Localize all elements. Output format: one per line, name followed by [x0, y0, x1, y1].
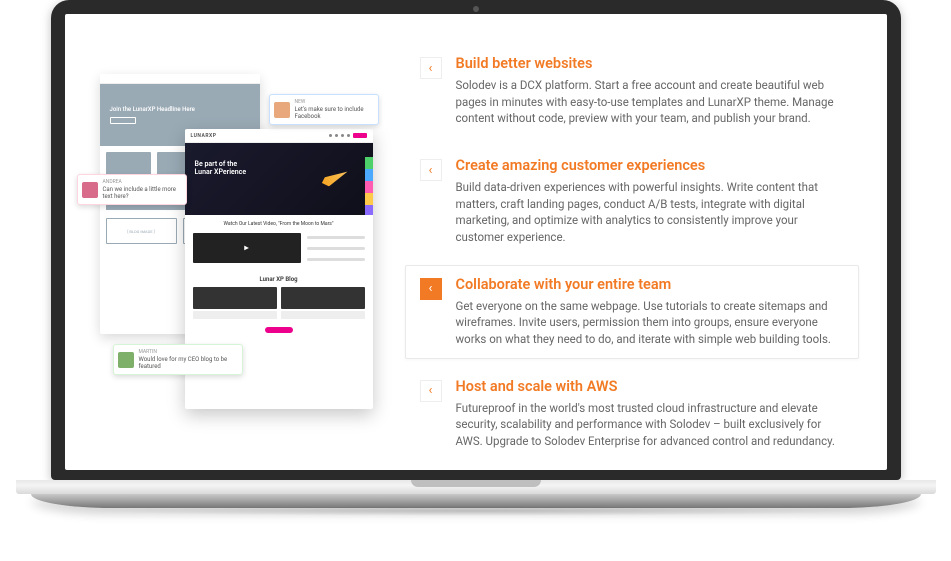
feature-title: Build better websites: [456, 55, 844, 72]
preview-composition: Join the LunarXP Headline Here Latest Bl…: [85, 44, 385, 440]
feature-desc: Futureproof in the world's most trusted …: [456, 400, 844, 450]
avatar: [82, 182, 98, 198]
chevron-left-icon: ‹: [420, 380, 442, 402]
feature-title: Collaborate with your entire team: [456, 276, 844, 293]
satellite-icon: [311, 155, 361, 205]
wireframe-headline: Join the LunarXP Headline Here: [110, 106, 260, 113]
cta-pill: [265, 327, 293, 333]
feature-build-websites[interactable]: ‹ Build better websites Solodev is a DCX…: [405, 44, 859, 138]
laptop-base: [16, 480, 936, 516]
comment-bubble-facebook[interactable]: NEWLet's make sure to include Facebook: [269, 94, 379, 125]
feature-desc: Get everyone on the same webpage. Use tu…: [456, 298, 844, 348]
feature-desc: Build data-driven experiences with power…: [456, 179, 844, 246]
hero-line2: Lunar XPerience: [195, 168, 247, 176]
laptop-notch: [411, 480, 541, 487]
avatar: [274, 102, 290, 118]
wireframe-blog-tag: [ BLOG IMAGE ]: [106, 218, 177, 244]
laptop-mockup: Join the LunarXP Headline Here Latest Bl…: [51, 0, 901, 516]
camera-icon: [473, 6, 479, 12]
feature-host-aws[interactable]: ‹ Host and scale with AWS Futureproof in…: [405, 367, 859, 461]
screen-content: Join the LunarXP Headline Here Latest Bl…: [65, 14, 887, 470]
feature-list: ‹ Build better websites Solodev is a DCX…: [385, 44, 859, 440]
feature-customer-experiences[interactable]: ‹ Create amazing customer experiences Bu…: [405, 146, 859, 257]
video-section-title: Watch Our Latest Video, "From the Moon t…: [185, 215, 373, 233]
avatar: [118, 352, 134, 368]
blog-title: Lunar XP Blog: [185, 272, 373, 285]
feature-title: Host and scale with AWS: [456, 378, 844, 395]
feature-title: Create amazing customer experiences: [456, 157, 844, 174]
chevron-left-icon: ‹: [420, 278, 442, 300]
comment-bubble-martin[interactable]: MARTINWould love for my CEO blog to be f…: [113, 344, 243, 375]
video-thumbnail: [193, 233, 301, 263]
feature-desc: Solodev is a DCX platform. Start a free …: [456, 77, 844, 127]
live-logo: LUNARXP: [191, 133, 217, 139]
chevron-left-icon: ‹: [420, 57, 442, 79]
comment-bubble-andrea[interactable]: ANDREACan we include a little more text …: [77, 174, 187, 205]
feature-collaborate[interactable]: ‹ Collaborate with your entire team Get …: [405, 265, 859, 359]
laptop-bezel: Join the LunarXP Headline Here Latest Bl…: [51, 0, 901, 480]
chevron-left-icon: ‹: [420, 159, 442, 181]
